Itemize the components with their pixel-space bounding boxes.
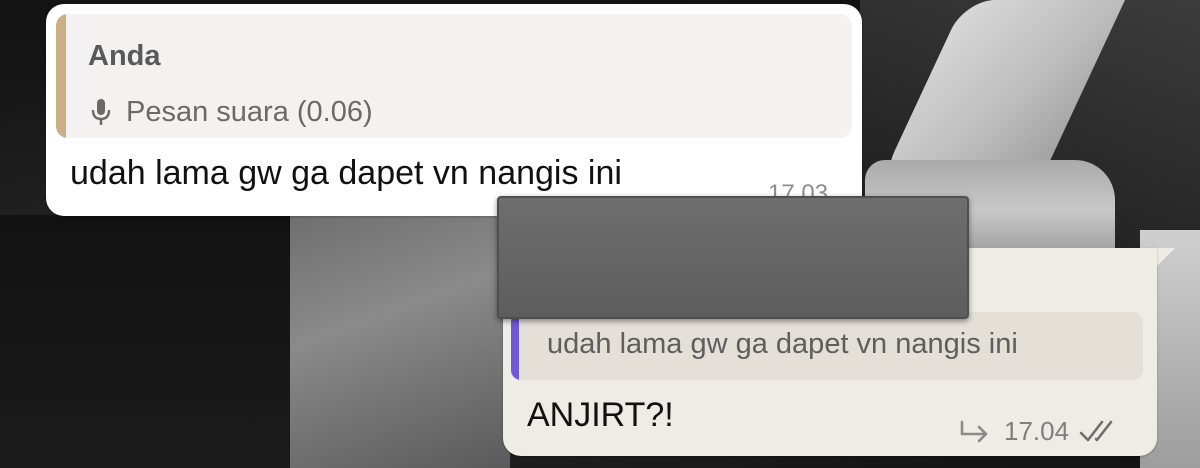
quoted-reply-text: udah lama gw ga dapet vn nangis ini [547, 328, 1018, 360]
forward-icon[interactable] [958, 418, 992, 444]
outgoing-message-time: 17.04 [1004, 415, 1070, 446]
outgoing-message-text: ANJIRT?! [527, 396, 674, 434]
outgoing-message-meta: 17.04 [958, 414, 1119, 448]
wallpaper-shadow-area [0, 215, 300, 468]
quote-accent-bar [56, 14, 66, 138]
quoted-voice-message[interactable]: Anda Pesan suara (0.06) [56, 14, 852, 138]
incoming-message-bubble[interactable]: Anda Pesan suara (0.06) udah lama gw ga … [46, 4, 862, 216]
quoted-reply[interactable]: udah lama gw ga dapet vn nangis ini [511, 312, 1143, 380]
double-check-icon [1079, 420, 1113, 442]
incoming-message-text: udah lama gw ga dapet vn nangis ini [70, 154, 622, 192]
wallpaper-light-area [290, 215, 510, 468]
voice-message-preview: Pesan suara (0.06) [90, 94, 373, 130]
quote-sender-name: Anda [88, 40, 161, 72]
microphone-icon [91, 99, 111, 125]
voice-message-label: Pesan suara (0.06) [126, 95, 373, 128]
redaction-box [497, 196, 969, 319]
quote-accent-bar [511, 312, 519, 380]
